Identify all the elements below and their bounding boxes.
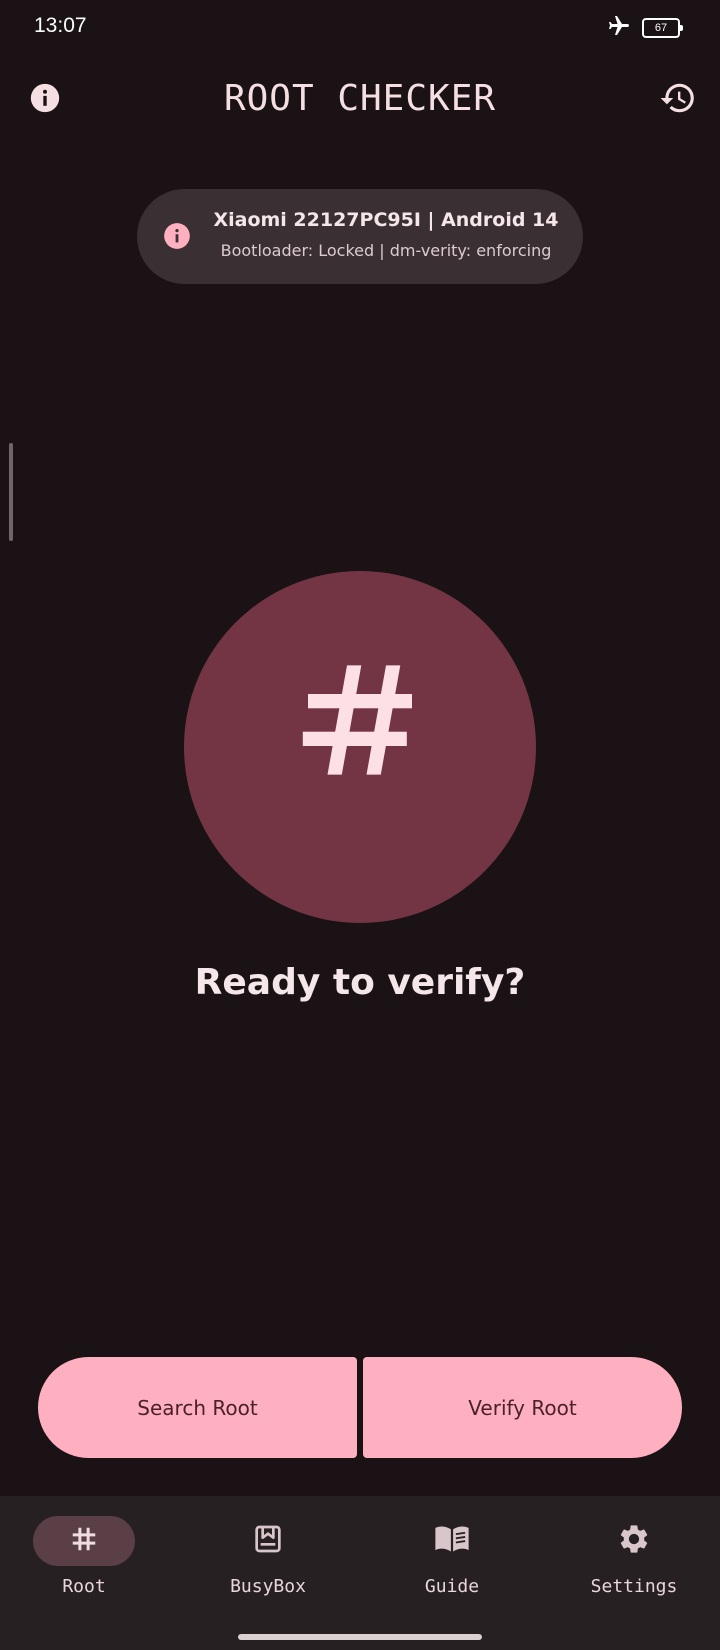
- nav-item-guide[interactable]: Guide: [372, 1516, 532, 1597]
- device-security-status: Bootloader: Locked | dm-verity: enforcin…: [220, 241, 552, 260]
- nav-label-root: Root: [62, 1576, 106, 1597]
- bottom-navigation: Root BusyBox Guide Settings: [0, 1496, 720, 1650]
- busybox-icon: [252, 1523, 284, 1559]
- root-status-circle: [184, 571, 536, 923]
- book-icon: [434, 1523, 470, 1559]
- device-info-chip: Xiaomi 22127PC95I | Android 14 Bootloade…: [137, 189, 583, 284]
- history-button[interactable]: [654, 76, 702, 124]
- hash-icon: [184, 655, 536, 785]
- hash-icon: [69, 1524, 99, 1558]
- gear-icon: [617, 1522, 651, 1560]
- scroll-indicator: [9, 443, 13, 541]
- status-bar: 13:07 67: [0, 0, 720, 56]
- info-icon: [163, 222, 191, 250]
- nav-label-busybox: BusyBox: [230, 1576, 306, 1597]
- status-time: 13:07: [34, 14, 87, 37]
- status-icons: 67: [606, 14, 683, 42]
- nav-item-busybox[interactable]: BusyBox: [188, 1516, 348, 1597]
- battery-level: 67: [654, 22, 668, 34]
- nav-item-settings[interactable]: Settings: [554, 1516, 714, 1597]
- airplane-icon: [606, 14, 632, 42]
- page-title: ROOT CHECKER: [223, 78, 497, 119]
- search-root-button[interactable]: Search Root: [38, 1357, 357, 1458]
- home-indicator[interactable]: [238, 1634, 482, 1640]
- nav-label-guide: Guide: [424, 1576, 480, 1597]
- history-icon: [659, 79, 697, 121]
- nav-active-indicator: [33, 1516, 135, 1566]
- verify-root-button[interactable]: Verify Root: [363, 1357, 682, 1458]
- battery-icon: 67: [642, 18, 683, 38]
- action-buttons: Search Root Verify Root: [38, 1357, 682, 1458]
- nav-label-settings: Settings: [590, 1576, 678, 1597]
- top-app-bar: ROOT CHECKER: [0, 60, 720, 140]
- nav-item-root[interactable]: Root: [4, 1516, 164, 1597]
- device-model: Xiaomi 22127PC95I | Android 14: [213, 209, 559, 231]
- ready-prompt: Ready to verify?: [194, 962, 526, 1003]
